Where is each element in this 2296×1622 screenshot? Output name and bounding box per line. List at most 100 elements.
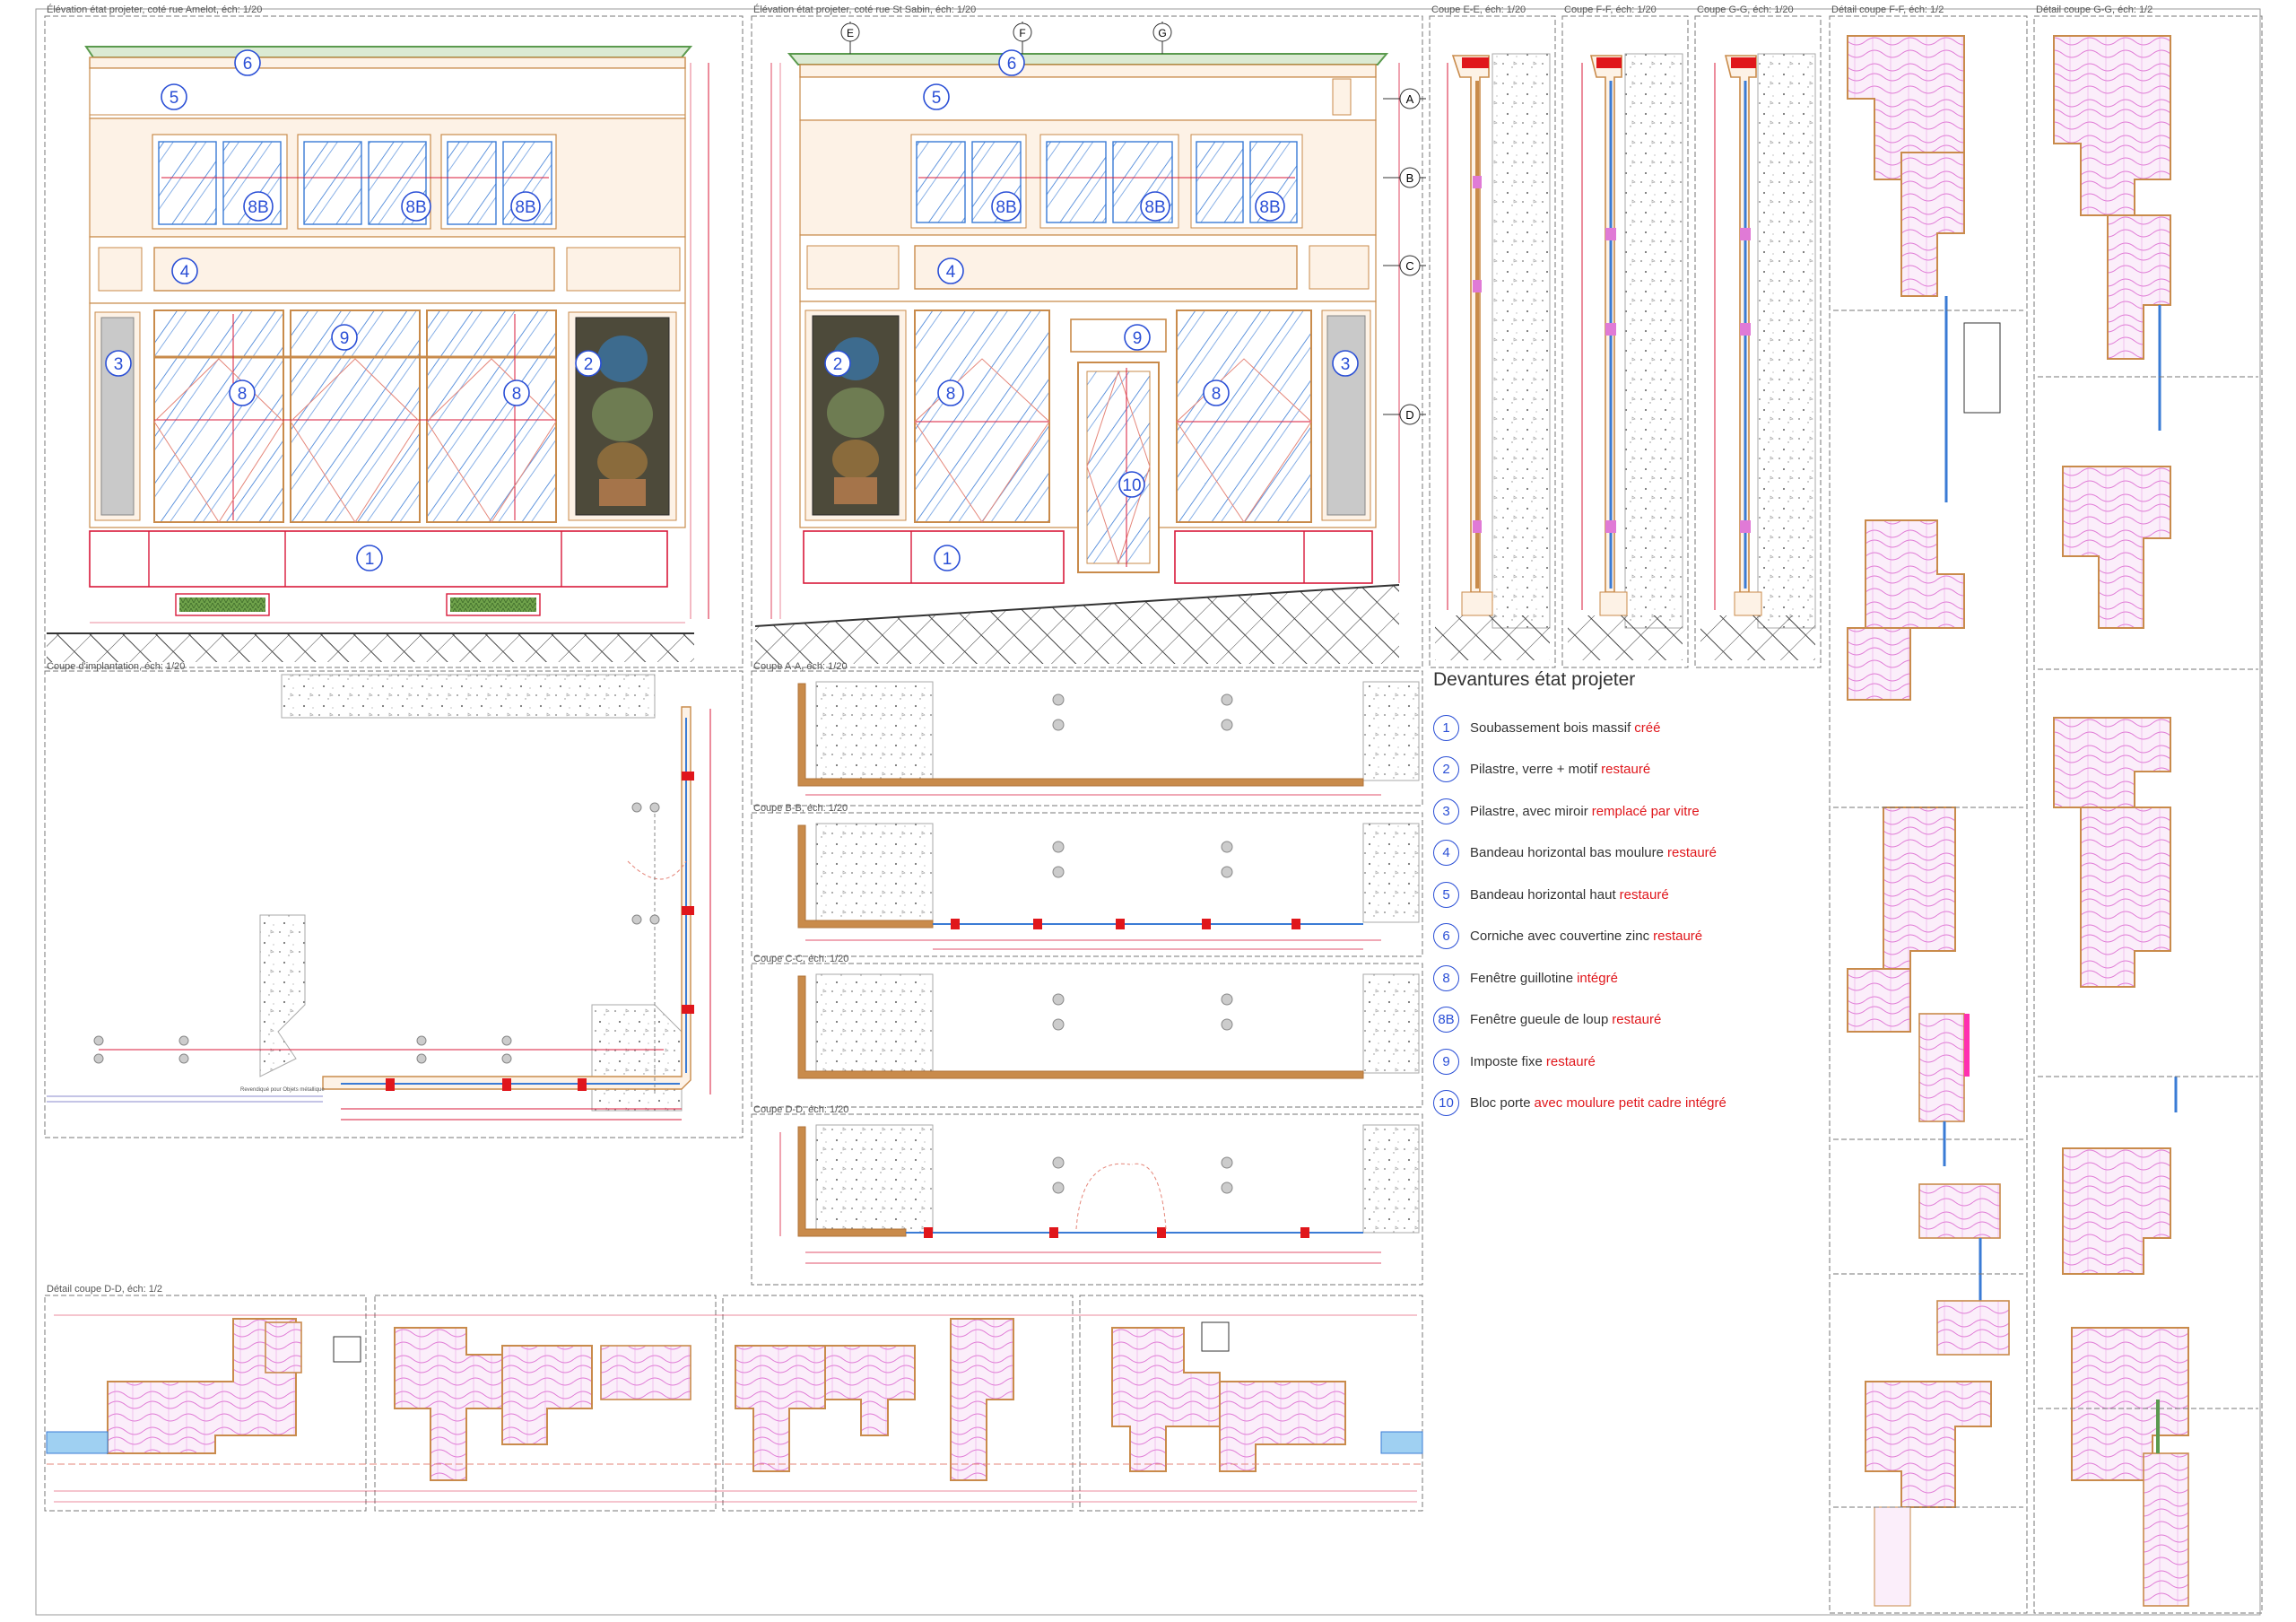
legend-item: 9 Imposte fixe restauré	[1433, 1041, 1801, 1083]
svg-text:1: 1	[365, 550, 375, 569]
svg-text:B: B	[1406, 171, 1414, 185]
svg-text:4: 4	[180, 263, 190, 282]
svg-text:5: 5	[170, 89, 179, 108]
title-coupe-ee: Coupe E-E, éch: 1/20	[1431, 4, 1526, 15]
svg-text:8B: 8B	[996, 198, 1016, 217]
legend-status: restauré	[1601, 762, 1651, 778]
svg-text:2: 2	[584, 355, 594, 374]
legend-text: Imposte fixe	[1470, 1053, 1543, 1069]
legend-number: 5	[1433, 881, 1459, 908]
legend-number: 1	[1433, 714, 1459, 741]
legend-status: avec moulure petit cadre intégré	[1534, 1095, 1726, 1112]
title-coupe-ff: Coupe F-F, éch: 1/20	[1564, 4, 1657, 15]
svg-text:8B: 8B	[515, 198, 535, 217]
legend-item: 5 Bandeau horizontal haut restauré	[1433, 874, 1801, 916]
legend-item: 2 Pilastre, verre + motif restauré	[1433, 749, 1801, 791]
legend-status: créé	[1634, 719, 1661, 736]
legend-item: 4 Bandeau horizontal bas moulure restauré	[1433, 833, 1801, 875]
svg-text:9: 9	[340, 329, 350, 348]
legend-status: restauré	[1612, 1012, 1662, 1028]
elevation-amelot	[47, 46, 709, 662]
legend-text: Bloc porte	[1470, 1095, 1531, 1112]
detail-dd	[46, 1314, 1423, 1503]
svg-text:8: 8	[512, 385, 522, 404]
svg-text:8: 8	[238, 385, 248, 404]
legend-number: 8	[1433, 964, 1459, 991]
legend-item: 8B Fenêtre gueule de loup restauré	[1433, 999, 1801, 1042]
svg-text:4: 4	[946, 263, 956, 282]
vertical-sections	[1435, 53, 1816, 660]
section-mark-a: A	[1383, 88, 1426, 109]
svg-text:3: 3	[114, 355, 124, 374]
legend-item: 3 Pilastre, avec miroir remplacé par vitre	[1433, 790, 1801, 833]
svg-text:8B: 8B	[1259, 198, 1280, 217]
title-coupe-bb: Coupe B-B, éch: 1/20	[753, 803, 848, 814]
title-elev-sabin: Élévation état projeter, coté rue St Sab…	[753, 4, 976, 15]
legend: Devantures état projeter 1 Soubassement b…	[1433, 669, 1801, 1124]
section-mark-g: G	[1152, 22, 1172, 54]
legend-text: Bandeau horizontal haut	[1470, 886, 1616, 903]
title-coupe-dd: Coupe D-D, éch: 1/20	[753, 1104, 848, 1115]
legend-number: 10	[1433, 1090, 1459, 1117]
legend-item: 10 Bloc porte avec moulure petit cadre int…	[1433, 1083, 1801, 1125]
svg-text:G: G	[1158, 27, 1166, 39]
legend-text: Pilastre, avec miroir	[1470, 803, 1588, 819]
svg-text:1: 1	[943, 550, 952, 569]
title-coupe-gg: Coupe G-G, éch: 1/20	[1697, 4, 1794, 15]
svg-text:10: 10	[1122, 476, 1141, 495]
legend-status: intégré	[1577, 970, 1618, 986]
title-detail-gg: Détail coupe G-G, éch: 1/2	[2036, 4, 2152, 15]
section-mark-b: B	[1383, 167, 1426, 188]
svg-text:D: D	[1405, 408, 1413, 422]
title-implantation: Coupe d'implantation, éch: 1/20	[47, 661, 185, 672]
svg-text:6: 6	[1007, 55, 1017, 74]
svg-text:3: 3	[1341, 355, 1351, 374]
plan-sections	[779, 681, 1420, 1264]
svg-text:6: 6	[243, 55, 253, 74]
legend-text: Corniche avec couvertine zinc	[1470, 929, 1650, 945]
legend-item: 8 Fenêtre guillotine intégré	[1433, 957, 1801, 999]
title-coupe-cc: Coupe C-C, éch: 1/20	[753, 954, 848, 964]
legend-title: Devantures état projeter	[1433, 669, 1636, 690]
detail-ff	[1833, 35, 2023, 1607]
legend-number: 3	[1433, 798, 1459, 824]
legend-number: 6	[1433, 923, 1459, 950]
legend-status: restauré	[1545, 1053, 1596, 1069]
svg-text:C: C	[1405, 259, 1413, 273]
section-mark-d: D	[1383, 404, 1426, 425]
implantation-note: Revendiqué pour Objets métallique	[240, 1087, 325, 1093]
svg-text:8B: 8B	[1144, 198, 1165, 217]
legend-text: Pilastre, verre + motif	[1470, 762, 1598, 778]
legend-status: remplacé par vitre	[1591, 803, 1700, 819]
svg-text:F: F	[1019, 27, 1025, 39]
section-mark-f: F	[1013, 22, 1032, 54]
implantation-plan: Revendiqué pour Objets métallique	[47, 674, 711, 1121]
legend-number: 9	[1433, 1048, 1459, 1075]
legend-item: 6 Corniche avec couvertine zinc restauré	[1433, 916, 1801, 958]
title-detail-dd: Détail coupe D-D, éch: 1/2	[47, 1284, 162, 1295]
legend-text: Fenêtre gueule de loup	[1470, 1012, 1609, 1028]
svg-text:9: 9	[1133, 329, 1143, 348]
section-mark-e: E	[840, 22, 860, 54]
legend-status: restauré	[1666, 845, 1718, 861]
legend-number: 8B	[1433, 1007, 1459, 1033]
legend-status: restauré	[1619, 886, 1669, 903]
legend-item: 1 Soubassement bois massif créé	[1433, 707, 1801, 749]
section-mark-c: C	[1383, 255, 1426, 276]
drawing-sheet: Élévation état projeter, coté rue Amelot…	[35, 4, 2263, 1616]
legend-status: restauré	[1653, 929, 1703, 945]
svg-text:E: E	[847, 27, 854, 39]
svg-text:2: 2	[833, 355, 843, 374]
svg-text:A: A	[1406, 92, 1414, 106]
svg-text:5: 5	[932, 89, 942, 108]
detail-gg	[2038, 35, 2258, 1607]
svg-text:8B: 8B	[405, 198, 426, 217]
elevation-sabin	[754, 53, 1400, 664]
legend-number: 4	[1433, 840, 1459, 867]
legend-text: Bandeau horizontal bas moulure	[1470, 845, 1664, 861]
legend-text: Fenêtre guillotine	[1470, 970, 1574, 986]
svg-text:8: 8	[1212, 385, 1222, 404]
title-detail-ff: Détail coupe F-F, éch: 1/2	[1831, 4, 1944, 15]
svg-text:8B: 8B	[248, 198, 268, 217]
title-elev-amelot: Élévation état projeter, coté rue Amelot…	[47, 4, 262, 15]
